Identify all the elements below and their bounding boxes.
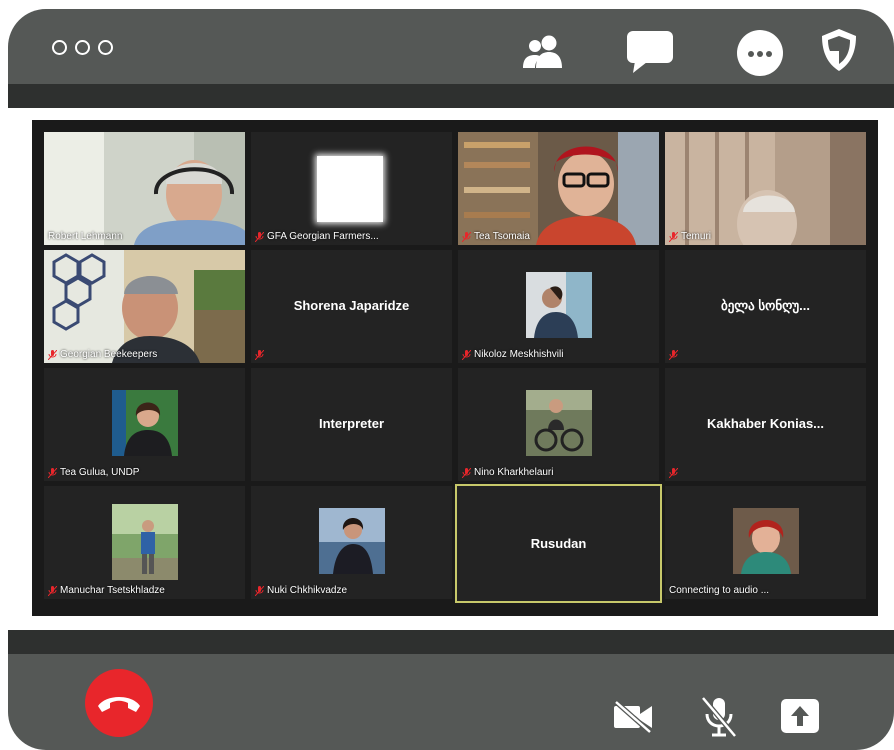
participant-name: Connecting to audio ...	[669, 585, 770, 596]
participant-tile[interactable]: Nikoloz Meskhishvili	[458, 250, 659, 363]
participant-name: GFA Georgian Farmers...	[255, 231, 379, 242]
security-icon[interactable]	[819, 27, 859, 78]
controls-divider	[8, 630, 894, 654]
participant-name-display: ბელა სონღუ...	[720, 298, 811, 313]
participant-name-display: Kakhaber Konias...	[706, 416, 825, 431]
participant-photo	[526, 272, 592, 338]
chat-icon[interactable]	[625, 29, 677, 80]
participant-name: Nino Kharkhelauri	[462, 467, 554, 478]
participant-name: Georgian Beekeepers	[48, 349, 157, 360]
participant-status	[669, 468, 678, 478]
participant-photo	[319, 508, 385, 574]
participant-tile[interactable]: Shorena Japaridze	[251, 250, 452, 363]
mic-muted-icon	[255, 350, 264, 360]
mic-muted-icon	[669, 231, 678, 242]
top-toolbar	[8, 9, 894, 108]
participant-tile[interactable]: GFA Georgian Farmers...	[251, 132, 452, 245]
toolbar-divider	[8, 84, 894, 108]
participant-tile[interactable]: Kakhaber Konias...	[665, 368, 866, 481]
window-dot-1[interactable]	[52, 40, 67, 55]
participant-tile-active-speaker[interactable]: Rusudan	[455, 484, 662, 603]
mic-muted-icon	[462, 231, 471, 242]
participant-name-display: Interpreter	[318, 416, 385, 431]
participant-tile[interactable]: Temuri	[665, 132, 866, 245]
participant-name: Tea Gulua, UNDP	[48, 467, 139, 478]
participant-tile[interactable]: ბელა სონღუ...	[665, 250, 866, 363]
participant-status	[255, 350, 264, 360]
participant-name-display: Shorena Japaridze	[293, 298, 410, 313]
mic-muted-icon	[462, 467, 471, 478]
more-icon[interactable]	[735, 28, 785, 83]
participant-name: Robert Lehmann	[48, 231, 123, 242]
participant-video	[665, 132, 866, 245]
window-dot-2[interactable]	[75, 40, 90, 55]
mute-toggle-button[interactable]	[699, 696, 739, 743]
mic-muted-icon	[255, 231, 264, 242]
end-call-button[interactable]	[84, 668, 154, 743]
participant-tile[interactable]: Robert Lehmann	[44, 132, 245, 245]
participant-name: Manuchar Tsetskhladze	[48, 585, 165, 596]
participant-tile[interactable]: Manuchar Tsetskhladze	[44, 486, 245, 599]
participant-name: Nuki Chkhikvadze	[255, 585, 347, 596]
window-controls	[52, 40, 113, 55]
participant-photo	[112, 390, 178, 456]
participants-icon[interactable]	[521, 34, 567, 75]
mic-muted-icon	[462, 349, 471, 360]
participant-name: Tea Tsomaia	[462, 231, 530, 242]
participant-tile[interactable]: Tea Gulua, UNDP	[44, 368, 245, 481]
mic-muted-icon	[48, 467, 57, 478]
video-toggle-button[interactable]	[612, 700, 654, 739]
participant-tile[interactable]: Tea Tsomaia	[458, 132, 659, 245]
participant-tile[interactable]: Nuki Chkhikvadze	[251, 486, 452, 599]
participant-logo	[317, 156, 383, 222]
participant-photo	[733, 508, 799, 574]
participant-photo	[526, 390, 592, 456]
mic-off-icon	[701, 696, 737, 738]
participant-photo	[112, 504, 178, 580]
mic-muted-icon	[48, 585, 57, 596]
share-screen-icon	[781, 699, 819, 733]
participant-name: Nikoloz Meskhishvili	[462, 349, 563, 360]
participant-video	[44, 250, 245, 363]
participant-name-display: Rusudan	[530, 536, 587, 551]
participant-tile[interactable]: Georgian Beekeepers	[44, 250, 245, 363]
video-grid: Robert Lehmann GFA Georgian Farmers... T…	[32, 120, 878, 616]
participant-tile[interactable]: Nino Kharkhelauri	[458, 368, 659, 481]
end-call-icon	[85, 669, 153, 737]
share-screen-button[interactable]	[779, 697, 821, 740]
participant-video	[44, 132, 245, 245]
mic-muted-icon	[255, 585, 264, 596]
participant-status	[669, 350, 678, 360]
participant-tile[interactable]: Interpreter	[251, 368, 452, 481]
participant-name: Temuri	[669, 231, 711, 242]
mic-muted-icon	[669, 350, 678, 360]
window-dot-3[interactable]	[98, 40, 113, 55]
participant-video	[458, 132, 659, 245]
video-off-icon	[614, 700, 652, 734]
participant-tile[interactable]: Connecting to audio ...	[665, 486, 866, 599]
mic-muted-icon	[48, 349, 57, 360]
bottom-controls	[8, 630, 894, 750]
mic-muted-icon	[669, 468, 678, 478]
